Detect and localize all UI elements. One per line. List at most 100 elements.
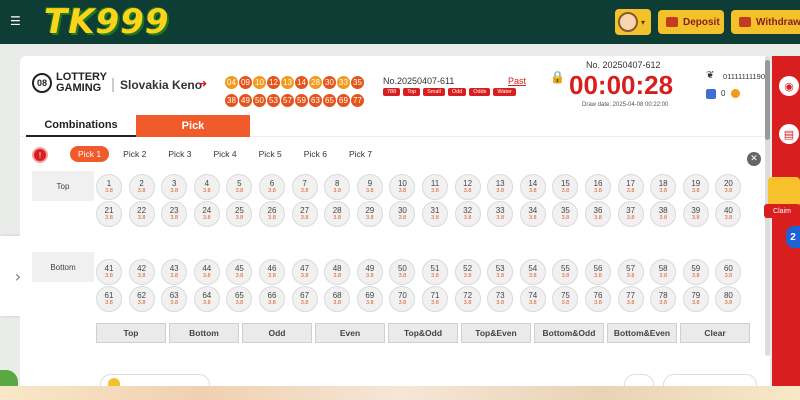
number-ball[interactable]: 13 3.8 bbox=[487, 174, 514, 200]
avatar-menu[interactable]: ▾ bbox=[615, 9, 651, 35]
pick-option-7[interactable]: Pick 7 bbox=[341, 146, 380, 162]
number-ball[interactable]: 63 3.8 bbox=[161, 286, 188, 312]
bet-button-odd[interactable]: Odd bbox=[242, 323, 312, 343]
number-ball[interactable]: 34 3.8 bbox=[519, 201, 546, 227]
number-ball[interactable]: 8 3.8 bbox=[324, 174, 351, 200]
pick-option-3[interactable]: Pick 3 bbox=[160, 146, 199, 162]
menu-icon[interactable]: ☰ bbox=[10, 14, 24, 28]
globe-icon[interactable]: ◉ bbox=[779, 76, 799, 96]
number-ball[interactable]: 61 3.8 bbox=[96, 286, 122, 312]
number-ball[interactable]: 26 3.8 bbox=[259, 201, 285, 227]
number-ball[interactable]: 60 3.8 bbox=[715, 259, 742, 285]
bet-button-top-even[interactable]: Top&Even bbox=[461, 323, 531, 343]
number-ball[interactable]: 64 3.8 bbox=[193, 286, 220, 312]
number-ball[interactable]: 57 3.8 bbox=[617, 259, 644, 285]
number-ball[interactable]: 53 3.8 bbox=[487, 259, 514, 285]
past-results-link[interactable]: Past bbox=[508, 76, 526, 86]
number-ball[interactable]: 62 3.8 bbox=[128, 286, 155, 312]
number-ball[interactable]: 69 3.8 bbox=[356, 286, 383, 312]
number-ball[interactable]: 47 3.8 bbox=[291, 259, 318, 285]
number-ball[interactable]: 55 3.8 bbox=[552, 259, 579, 285]
number-ball[interactable]: 74 3.8 bbox=[519, 286, 546, 312]
number-ball[interactable]: 24 3.8 bbox=[193, 201, 220, 227]
number-ball[interactable]: 2 3.8 bbox=[128, 174, 155, 200]
site-logo[interactable]: TK999 bbox=[44, 2, 170, 42]
number-ball[interactable]: 58 3.8 bbox=[650, 259, 677, 285]
number-ball[interactable]: 79 3.8 bbox=[682, 286, 709, 312]
number-ball[interactable]: 73 3.8 bbox=[487, 286, 514, 312]
number-ball[interactable]: 48 3.8 bbox=[324, 259, 351, 285]
number-ball[interactable]: 12 3.8 bbox=[454, 174, 481, 200]
number-ball[interactable]: 80 3.8 bbox=[715, 286, 742, 312]
number-ball[interactable]: 71 3.8 bbox=[422, 286, 448, 312]
number-ball[interactable]: 21 3.8 bbox=[96, 201, 122, 227]
bet-button-top[interactable]: Top bbox=[96, 323, 166, 343]
number-ball[interactable]: 72 3.8 bbox=[454, 286, 481, 312]
number-ball[interactable]: 20 3.8 bbox=[715, 174, 742, 200]
number-ball[interactable]: 33 3.8 bbox=[487, 201, 514, 227]
pick-option-2[interactable]: Pick 2 bbox=[115, 146, 154, 162]
withdraw-button[interactable]: Withdrawal bbox=[731, 10, 800, 34]
coin-icon[interactable] bbox=[731, 89, 740, 98]
number-ball[interactable]: 5 3.8 bbox=[226, 174, 253, 200]
gift-claim-label[interactable]: Claim bbox=[764, 204, 800, 218]
number-ball[interactable]: 44 3.8 bbox=[193, 259, 220, 285]
number-ball[interactable]: 28 3.8 bbox=[324, 201, 351, 227]
number-ball[interactable]: 38 3.8 bbox=[650, 201, 677, 227]
number-ball[interactable]: 27 3.8 bbox=[291, 201, 318, 227]
number-ball[interactable]: 54 3.8 bbox=[519, 259, 546, 285]
pick-option-4[interactable]: Pick 4 bbox=[205, 146, 244, 162]
number-ball[interactable]: 78 3.8 bbox=[650, 286, 677, 312]
close-icon[interactable]: ✕ bbox=[747, 152, 761, 166]
number-ball[interactable]: 7 3.8 bbox=[291, 174, 318, 200]
bet-button-even[interactable]: Even bbox=[315, 323, 385, 343]
exit-icon[interactable]: ➜ bbox=[198, 78, 210, 90]
number-ball[interactable]: 11 3.8 bbox=[422, 174, 448, 200]
deposit-button[interactable]: Deposit bbox=[658, 10, 724, 34]
number-ball[interactable]: 1 3.8 bbox=[96, 174, 122, 200]
bet-button-bottom-even[interactable]: Bottom&Even bbox=[607, 323, 677, 343]
number-ball[interactable]: 29 3.8 bbox=[356, 201, 383, 227]
bet-button-bottom[interactable]: Bottom bbox=[169, 323, 239, 343]
number-ball[interactable]: 46 3.8 bbox=[259, 259, 285, 285]
number-ball[interactable]: 6 3.8 bbox=[259, 174, 285, 200]
number-ball[interactable]: 40 3.8 bbox=[715, 201, 742, 227]
number-ball[interactable]: 23 3.8 bbox=[161, 201, 188, 227]
number-ball[interactable]: 70 3.8 bbox=[389, 286, 416, 312]
number-ball[interactable]: 45 3.8 bbox=[226, 259, 253, 285]
number-ball[interactable]: 14 3.8 bbox=[519, 174, 546, 200]
number-ball[interactable]: 4 3.8 bbox=[193, 174, 220, 200]
number-ball[interactable]: 75 3.8 bbox=[552, 286, 579, 312]
number-ball[interactable]: 59 3.8 bbox=[682, 259, 709, 285]
number-ball[interactable]: 49 3.8 bbox=[356, 259, 383, 285]
tab-combinations[interactable]: Combinations bbox=[26, 115, 136, 137]
number-ball[interactable]: 68 3.8 bbox=[324, 286, 351, 312]
number-ball[interactable]: 17 3.8 bbox=[617, 174, 644, 200]
number-ball[interactable]: 30 3.8 bbox=[389, 201, 416, 227]
number-ball[interactable]: 76 3.8 bbox=[585, 286, 611, 312]
number-ball[interactable]: 67 3.8 bbox=[291, 286, 318, 312]
number-ball[interactable]: 66 3.8 bbox=[259, 286, 285, 312]
number-ball[interactable]: 31 3.8 bbox=[422, 201, 448, 227]
number-ball[interactable]: 35 3.8 bbox=[552, 201, 579, 227]
pick-option-1[interactable]: Pick 1 bbox=[70, 146, 110, 162]
pick-option-6[interactable]: Pick 6 bbox=[296, 146, 335, 162]
number-ball[interactable]: 50 3.8 bbox=[389, 259, 416, 285]
number-ball[interactable]: 9 3.8 bbox=[356, 174, 383, 200]
document-icon[interactable]: ▤ bbox=[779, 124, 799, 144]
number-ball[interactable]: 56 3.8 bbox=[585, 259, 611, 285]
number-ball[interactable]: 22 3.8 bbox=[128, 201, 155, 227]
bet-button-clear[interactable]: Clear bbox=[680, 323, 750, 343]
tab-pick[interactable]: Pick bbox=[136, 115, 250, 137]
info-icon[interactable]: ! bbox=[32, 147, 48, 163]
number-ball[interactable]: 15 3.8 bbox=[552, 174, 579, 200]
number-ball[interactable]: 42 3.8 bbox=[128, 259, 155, 285]
pick-option-5[interactable]: Pick 5 bbox=[251, 146, 290, 162]
scrollbar-thumb[interactable] bbox=[765, 60, 770, 140]
number-ball[interactable]: 65 3.8 bbox=[226, 286, 253, 312]
number-ball[interactable]: 32 3.8 bbox=[454, 201, 481, 227]
number-ball[interactable]: 10 3.8 bbox=[389, 174, 416, 200]
gift-icon[interactable] bbox=[768, 177, 800, 207]
number-ball[interactable]: 51 3.8 bbox=[422, 259, 448, 285]
promo-badge[interactable]: 2 bbox=[786, 226, 800, 248]
